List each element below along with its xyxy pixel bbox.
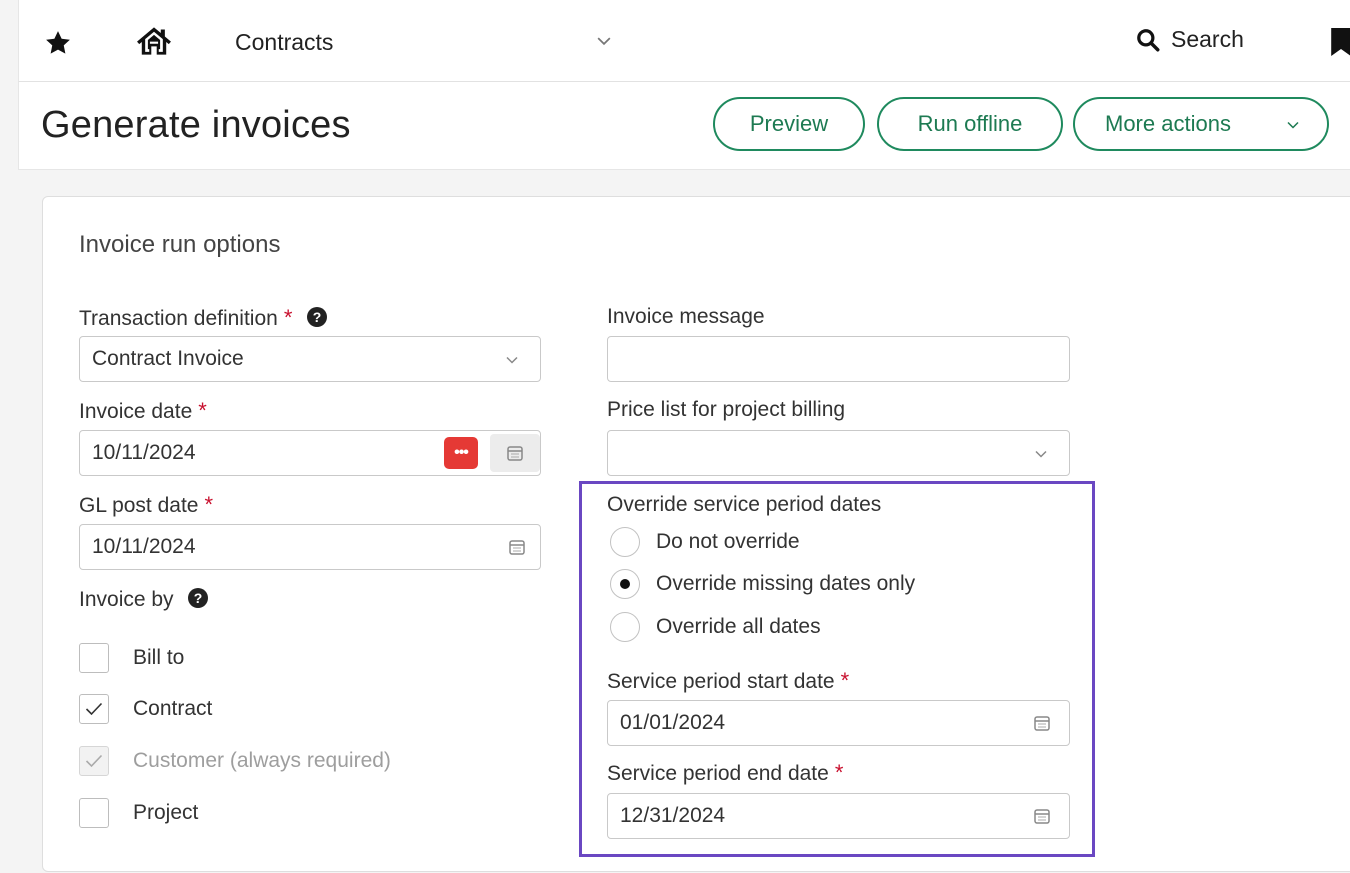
required-marker: *: [283, 305, 293, 330]
radio-button[interactable]: [610, 527, 640, 557]
checkbox[interactable]: [79, 643, 109, 673]
chevron-down-icon[interactable]: [597, 36, 611, 46]
radio-do-not-override[interactable]: Do not override: [610, 527, 800, 557]
checkbox-customer: Customer (always required): [79, 746, 391, 776]
required-marker: *: [834, 760, 844, 785]
more-actions-label: More actions: [1105, 111, 1231, 136]
section-title: Invoice run options: [79, 231, 281, 258]
service-end-label: Service period end date *: [607, 760, 844, 785]
preview-button[interactable]: Preview: [713, 97, 865, 151]
invoice-message-input[interactable]: [607, 336, 1070, 382]
radio-selected-dot: [620, 579, 630, 589]
search-button[interactable]: Search: [1135, 26, 1244, 53]
override-service-period-group: Override service period dates Do not ove…: [579, 481, 1095, 857]
radio-button[interactable]: [610, 569, 640, 599]
run-offline-button[interactable]: Run offline: [877, 97, 1063, 151]
search-icon: [1137, 28, 1160, 51]
top-navigation-bar: Contracts Search: [18, 0, 1350, 82]
module-name[interactable]: Contracts: [235, 29, 333, 56]
transaction-definition-select[interactable]: Contract Invoice: [79, 336, 541, 382]
required-marker: *: [198, 398, 207, 423]
radio-override-all[interactable]: Override all dates: [610, 612, 821, 642]
checkbox-project[interactable]: Project: [79, 798, 198, 828]
page-header: Generate invoices Preview Run offline Mo…: [18, 82, 1350, 170]
invoice-message-label: Invoice message: [607, 305, 765, 328]
more-actions-button[interactable]: More actions: [1073, 97, 1329, 151]
transaction-definition-label: Transaction definition * ?: [79, 305, 328, 331]
invoice-run-options-card: Invoice run options Transaction definiti…: [42, 196, 1350, 872]
svg-text:?: ?: [194, 590, 203, 606]
checkmark-icon: [85, 754, 103, 768]
invoice-date-field[interactable]: 10/11/2024 •••: [79, 430, 541, 476]
help-icon[interactable]: ?: [187, 587, 209, 609]
page-title: Generate invoices: [41, 104, 351, 146]
radio-button[interactable]: [610, 612, 640, 642]
search-label: Search: [1171, 26, 1244, 52]
chevron-down-icon: [1035, 450, 1047, 458]
checkbox[interactable]: [79, 798, 109, 828]
checkbox[interactable]: [79, 694, 109, 724]
required-marker: *: [840, 668, 850, 693]
service-start-label: Service period start date *: [607, 668, 850, 693]
gl-post-date-field[interactable]: 10/11/2024: [79, 524, 541, 570]
chevron-down-icon: [1287, 121, 1299, 129]
chevron-down-icon: [506, 356, 518, 364]
star-icon[interactable]: [43, 28, 73, 58]
service-end-date-field[interactable]: 12/31/2024: [607, 793, 1070, 839]
gl-post-date-label: GL post date *: [79, 492, 214, 517]
price-list-select[interactable]: [607, 430, 1070, 476]
radio-override-missing[interactable]: Override missing dates only: [610, 569, 915, 599]
checkbox-contract[interactable]: Contract: [79, 694, 212, 724]
service-start-date-field[interactable]: 01/01/2024: [607, 700, 1070, 746]
calendar-icon[interactable]: [1033, 807, 1051, 825]
override-label: Override service period dates: [607, 493, 882, 516]
help-icon[interactable]: ?: [306, 306, 328, 328]
calendar-button[interactable]: [490, 434, 540, 472]
calendar-icon[interactable]: [1033, 714, 1051, 732]
checkbox: [79, 746, 109, 776]
required-marker: *: [204, 492, 214, 517]
price-list-label: Price list for project billing: [607, 398, 846, 421]
checkmark-icon: [85, 702, 103, 716]
calendar-icon[interactable]: [508, 538, 526, 556]
svg-text:?: ?: [313, 309, 322, 325]
bookmark-icon[interactable]: [1331, 28, 1350, 56]
checkbox-bill-to[interactable]: Bill to: [79, 643, 184, 673]
calendar-icon: [507, 446, 523, 461]
home-icon[interactable]: [135, 24, 173, 58]
invoice-by-label: Invoice by ?: [79, 587, 209, 612]
password-manager-icon[interactable]: •••: [444, 437, 478, 469]
invoice-date-label: Invoice date *: [79, 398, 207, 423]
